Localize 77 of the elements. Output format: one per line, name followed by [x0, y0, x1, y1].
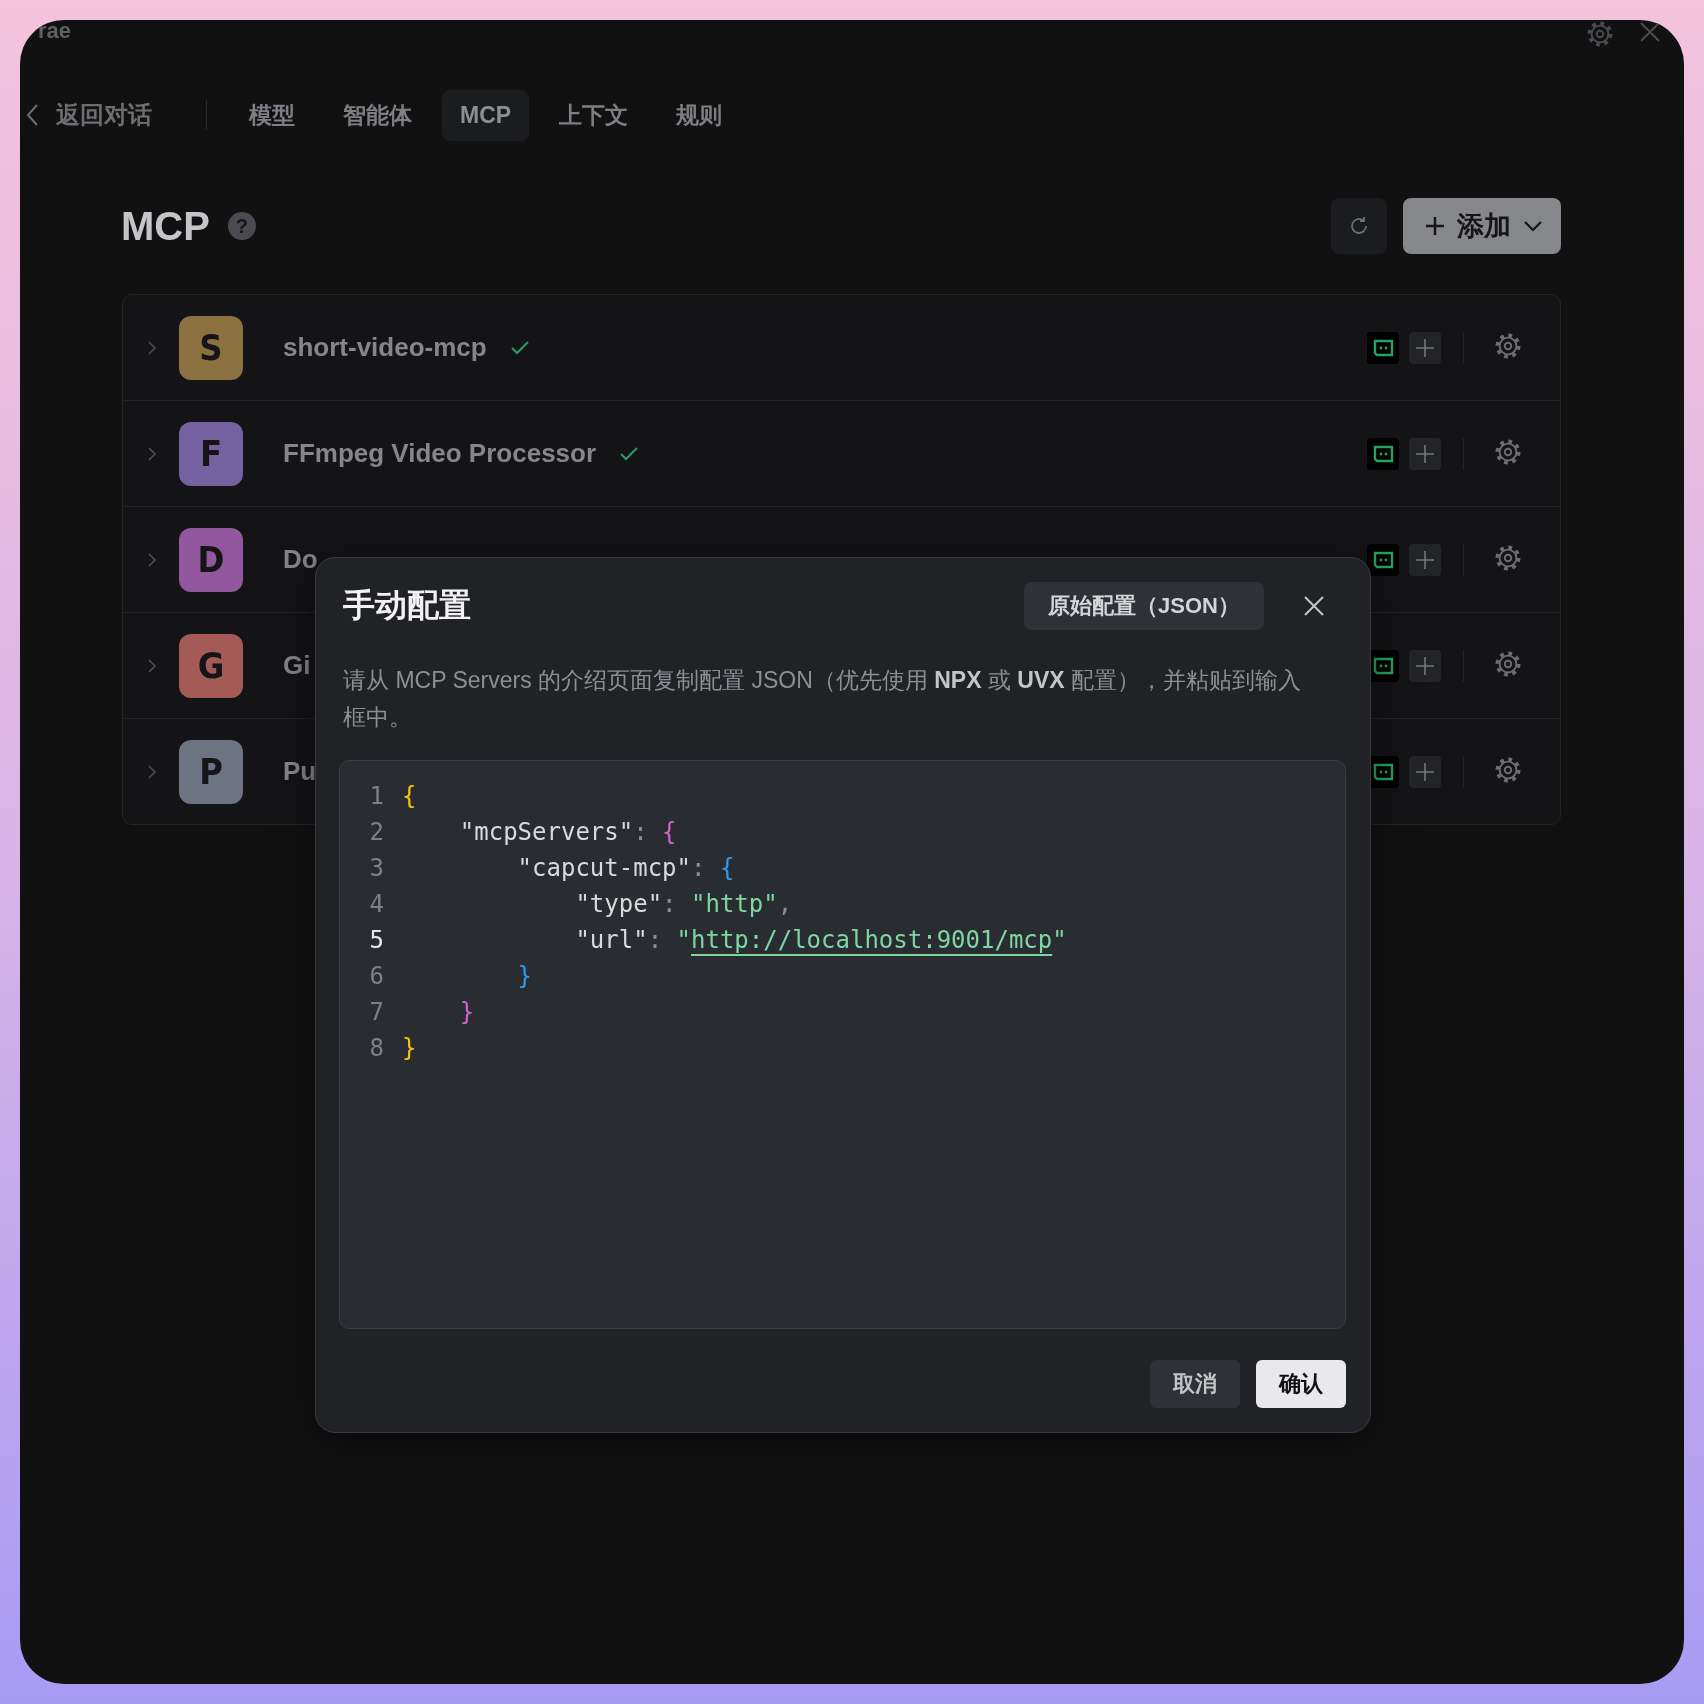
chevron-right-icon[interactable] — [147, 551, 157, 568]
robot-icon — [1372, 338, 1394, 357]
settings-icon[interactable] — [1494, 543, 1522, 572]
tab[interactable]: 模型 — [231, 87, 313, 143]
server-name: Pu — [283, 756, 317, 787]
line-number: 8 — [368, 1034, 384, 1062]
chevron-down-icon — [1523, 220, 1543, 232]
chevron-left-icon — [26, 103, 40, 127]
back-link[interactable]: 返回对话 — [26, 99, 152, 131]
url-link[interactable]: http://localhost:9001/mcp — [691, 926, 1053, 954]
robot-button[interactable] — [1367, 331, 1399, 364]
line-number: 2 — [368, 818, 384, 846]
code-line: "mcpServers": { — [458, 818, 677, 846]
line-number: 4 — [368, 890, 384, 918]
chevron-right-icon[interactable] — [147, 763, 157, 780]
page-title: MCP — [121, 203, 210, 249]
add-button[interactable] — [1409, 755, 1441, 788]
chevron-right-icon[interactable] — [147, 339, 157, 356]
code-line: "capcut-mcp": { — [516, 854, 735, 882]
robot-icon — [1372, 656, 1394, 675]
server-avatar: G — [179, 633, 243, 698]
add-button[interactable] — [1409, 543, 1441, 576]
robot-button[interactable] — [1367, 543, 1399, 576]
code-line: } — [402, 1034, 417, 1062]
server-avatar: P — [179, 739, 243, 804]
server-avatar: S — [179, 315, 243, 380]
tab[interactable]: MCP — [442, 89, 530, 141]
code-line: "url": "http://localhost:9001/mcp" — [574, 926, 1067, 954]
code-line: } — [458, 998, 475, 1026]
close-icon[interactable] — [1638, 20, 1662, 44]
settings-icon[interactable] — [1494, 649, 1522, 678]
plus-icon — [1415, 443, 1435, 464]
robot-button[interactable] — [1367, 437, 1399, 470]
add-button[interactable]: 添加 — [1403, 198, 1561, 254]
code-line: { — [402, 782, 417, 810]
raw-config-button[interactable]: 原始配置（JSON） — [1024, 582, 1264, 630]
code-line: } — [516, 962, 533, 990]
settings-icon[interactable] — [1494, 437, 1522, 466]
add-button[interactable] — [1409, 437, 1441, 470]
server-name: short-video-mcp — [283, 332, 487, 363]
settings-icon[interactable] — [1586, 20, 1614, 48]
code-editor[interactable]: 1 { 2 "mcpServers": { 3 "capcut-mcp": { 4 "type": "http", 5 "url": "http://localhost:9001/mcp" 6 } 7 } 8 } — [339, 760, 1346, 1329]
add-button[interactable] — [1409, 331, 1441, 364]
server-name: Gi — [283, 650, 311, 681]
tab[interactable]: 上下文 — [541, 87, 647, 143]
plus-icon — [1425, 216, 1445, 236]
server-name: Do — [283, 544, 318, 575]
code-line: "type": "http", — [574, 890, 793, 918]
window-title: rae — [38, 20, 72, 42]
close-icon[interactable] — [1302, 594, 1326, 618]
line-number: 1 — [368, 782, 384, 810]
cancel-button[interactable]: 取消 — [1150, 1360, 1240, 1408]
chevron-right-icon[interactable] — [147, 657, 157, 674]
robot-icon — [1372, 444, 1394, 463]
robot-icon — [1372, 762, 1394, 781]
settings-icon[interactable] — [1494, 755, 1522, 784]
server-avatar: F — [179, 421, 243, 486]
dialog-description: 请从 MCP Servers 的介绍页面复制配置 JSON（优先使用 NPX 或 UVX 配置），并粘贴到输入框中。 — [343, 666, 1302, 732]
refresh-button[interactable] — [1331, 198, 1387, 254]
add-button[interactable] — [1409, 649, 1441, 682]
plus-icon — [1415, 549, 1435, 570]
plus-icon — [1415, 761, 1435, 782]
confirm-button[interactable]: 确认 — [1256, 1360, 1346, 1408]
line-number: 6 — [368, 962, 384, 990]
chevron-right-icon[interactable] — [147, 445, 157, 462]
server-avatar: D — [179, 527, 243, 592]
settings-icon[interactable] — [1494, 331, 1522, 360]
line-number: 5 — [368, 926, 384, 954]
line-number: 7 — [368, 998, 384, 1026]
tab[interactable]: 智能体 — [325, 87, 430, 143]
plus-icon — [1415, 655, 1435, 676]
server-name: FFmpeg Video Processor — [283, 438, 597, 469]
robot-icon — [1372, 550, 1394, 569]
tab[interactable]: 规则 — [658, 87, 741, 143]
line-number: 3 — [368, 854, 384, 882]
dialog-title: 手动配置 — [342, 586, 472, 625]
plus-icon — [1415, 337, 1435, 358]
